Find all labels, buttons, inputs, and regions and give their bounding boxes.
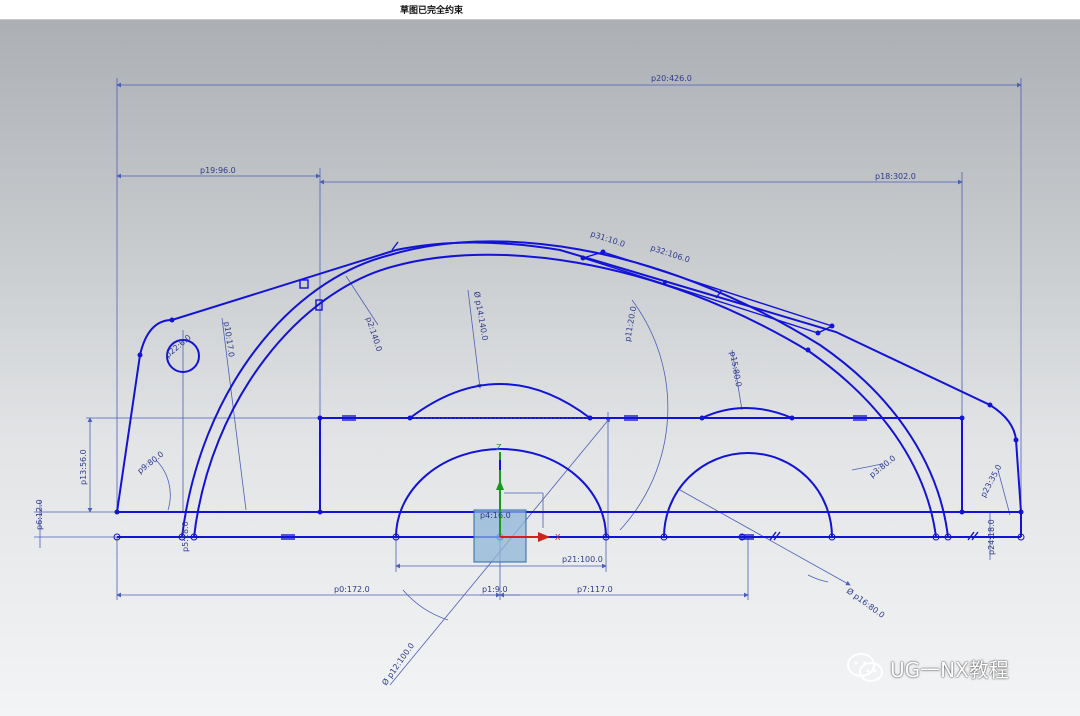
dim-p14: Ø p14:140.0 bbox=[472, 291, 490, 342]
dim-p6: p6:12.0 bbox=[35, 499, 44, 530]
sketch-canvas[interactable]: Z X p20:426.0 p19:96.0 p18:302.0 p31:10.… bbox=[0, 0, 1080, 716]
dim-p21: p21:100.0 bbox=[562, 555, 603, 564]
dim-p4: p4:16.0 bbox=[480, 511, 511, 520]
dim-p15: p15:80.0 bbox=[728, 351, 743, 388]
watermark: UG一NX教程 bbox=[846, 652, 1009, 684]
dim-p20: p20:426.0 bbox=[651, 74, 692, 83]
dim-p5: p5:18.0 bbox=[181, 521, 190, 552]
sketch-geometry[interactable] bbox=[113, 240, 1025, 541]
dim-p32: p32:106.0 bbox=[649, 243, 691, 264]
dimension-lines bbox=[34, 78, 1022, 686]
x-axis-label: X bbox=[555, 533, 561, 542]
dim-p1: p1:9.0 bbox=[482, 585, 508, 594]
wechat-icon bbox=[847, 653, 883, 682]
dim-p7: p7:117.0 bbox=[577, 585, 613, 594]
dim-p24: p24:18.0 bbox=[987, 519, 996, 555]
dim-p9: p9:80.0 bbox=[136, 450, 166, 476]
watermark-text: UG一NX教程 bbox=[890, 657, 1009, 682]
dim-p23: p23:35.0 bbox=[979, 463, 1004, 499]
dim-p22: p22:6.0 bbox=[164, 333, 193, 360]
z-axis-label: Z bbox=[496, 443, 502, 452]
dim-p13: p13:56.0 bbox=[79, 449, 88, 485]
datum-csys[interactable]: Z X bbox=[473, 443, 561, 563]
dim-p12: Ø p12:100.0 bbox=[379, 641, 416, 687]
dim-p0: p0:172.0 bbox=[334, 585, 370, 594]
dim-p19: p19:96.0 bbox=[200, 166, 236, 175]
dim-p18: p18:302.0 bbox=[875, 172, 916, 181]
dim-p10: p10:17.0 bbox=[222, 321, 236, 358]
dim-p2: p2:140.0 bbox=[364, 316, 384, 353]
dim-p16: Ø p16:80.0 bbox=[845, 586, 887, 620]
dim-p3: p3:80.0 bbox=[868, 454, 898, 480]
dim-p31: p31:10.0 bbox=[589, 229, 626, 249]
dim-p11: p11:20.0 bbox=[623, 306, 638, 343]
